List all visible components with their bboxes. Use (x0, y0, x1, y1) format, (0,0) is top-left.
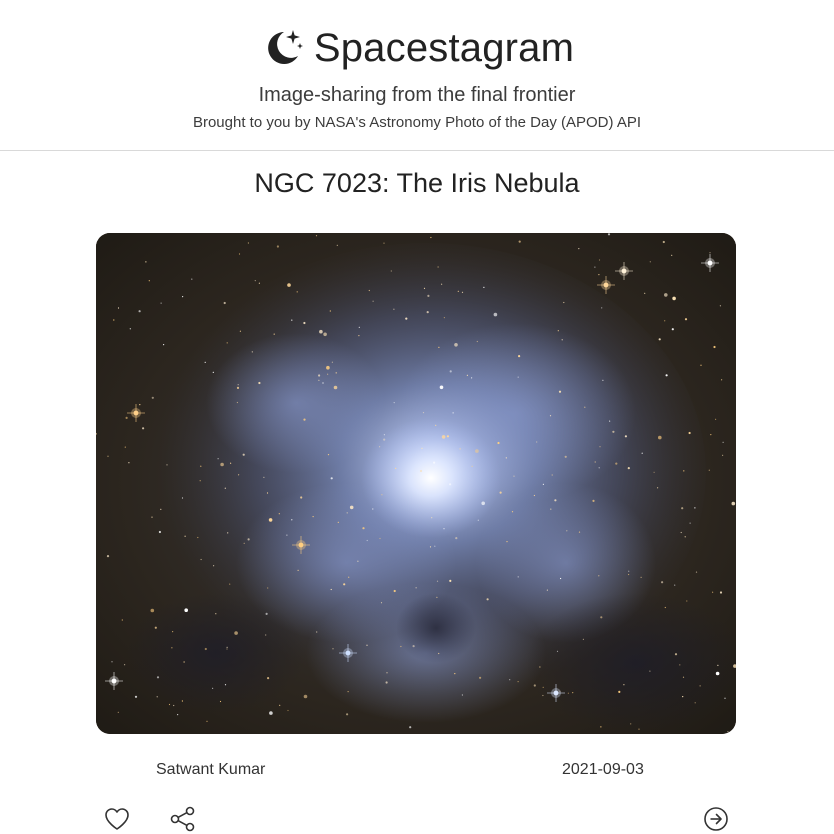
post-date: 2021-09-03 (562, 761, 644, 778)
subtagline: Brought to you by NASA's Astronomy Photo… (192, 114, 642, 131)
post-author: Satwant Kumar (156, 761, 266, 778)
post-image (96, 233, 736, 734)
site-header: Spacestagram Image-sharing from the fina… (0, 0, 834, 151)
moon-stars-icon (267, 30, 303, 64)
nebula-image (96, 233, 736, 734)
share-icon (170, 806, 195, 832)
brand: Spacestagram (0, 22, 834, 74)
next-button[interactable] (701, 804, 731, 834)
brand-name: Spacestagram (313, 26, 575, 70)
share-button[interactable] (168, 804, 198, 834)
tagline: Image-sharing from the final frontier (258, 84, 576, 106)
heart-icon (105, 808, 129, 830)
arrow-right-circle-icon (704, 807, 728, 831)
like-button[interactable] (102, 804, 132, 834)
post-title: NGC 7023: The Iris Nebula (254, 168, 580, 198)
